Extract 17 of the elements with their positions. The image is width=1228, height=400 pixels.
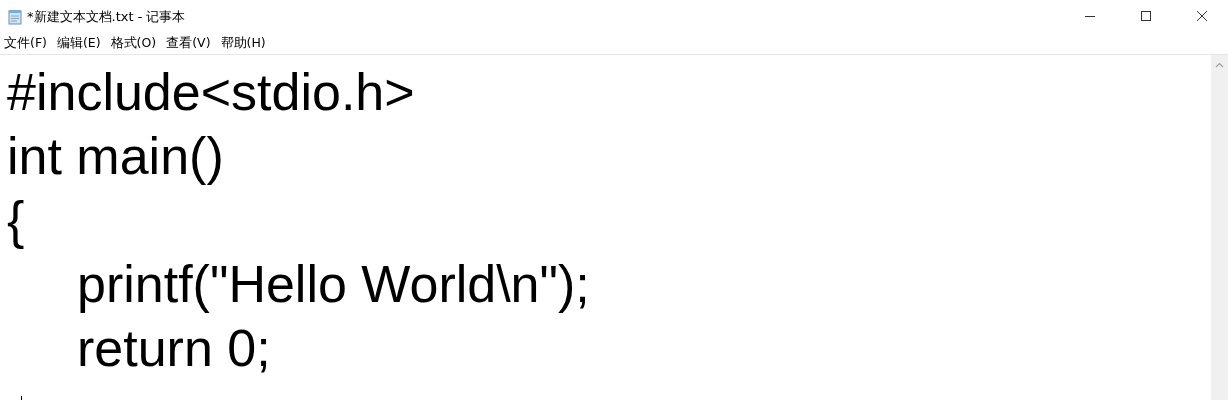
code-line: printf("Hello World\n"); <box>76 255 590 313</box>
menu-item[interactable]: 查看(V) <box>165 35 212 52</box>
menu-item[interactable]: 格式(O) <box>109 35 158 52</box>
window-title: *新建文本文档.txt - 记事本 <box>27 7 187 26</box>
scrollbar[interactable] <box>1211 55 1228 400</box>
code-line: { <box>7 191 25 249</box>
menu-item[interactable]: 帮助(H) <box>219 35 267 52</box>
scroll-up-icon[interactable] <box>1215 62 1224 68</box>
text-editor[interactable]: #include<stdio.h> int main() { printf("Hello World\n"); return 0; <box>0 55 1211 400</box>
menu-item[interactable]: 文件(F) <box>3 35 48 52</box>
maximize-icon <box>1140 11 1152 22</box>
code-line: return 0; <box>76 319 271 377</box>
menu-item[interactable]: 编辑(E) <box>55 35 102 52</box>
close-icon <box>1196 11 1208 22</box>
code-line: int main() <box>7 127 224 185</box>
notepad-icon <box>7 8 23 25</box>
code-line: #include<stdio.h> <box>7 63 415 121</box>
